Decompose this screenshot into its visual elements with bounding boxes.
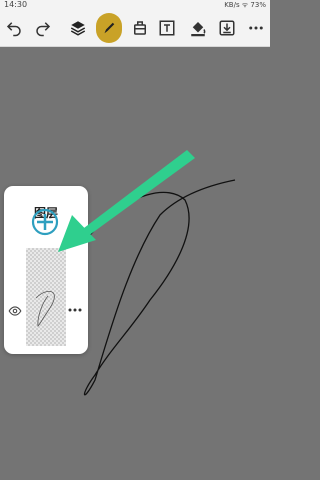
save-button[interactable] xyxy=(215,16,239,40)
redo-icon xyxy=(36,22,51,37)
text-icon xyxy=(159,20,175,36)
eraser-button[interactable] xyxy=(128,16,152,40)
layers-button[interactable] xyxy=(66,16,90,40)
layer-thumbnail[interactable] xyxy=(26,248,66,346)
pen-tool-button[interactable] xyxy=(96,13,122,43)
fill-icon xyxy=(191,22,206,37)
undo-icon xyxy=(6,22,21,37)
more-button[interactable] xyxy=(244,16,268,40)
eraser-icon xyxy=(134,21,146,35)
status-indicators: KB/s ᯤ 73% xyxy=(224,1,266,9)
add-layer-button[interactable] xyxy=(31,208,59,236)
pen-icon xyxy=(104,22,115,34)
more-icon xyxy=(249,26,263,30)
toolbar xyxy=(0,10,270,47)
status-bar: 14:30 KB/s ᯤ 73% xyxy=(0,0,270,10)
save-icon xyxy=(219,20,235,36)
redo-button[interactable] xyxy=(31,16,55,40)
layer-thumbnail-preview xyxy=(35,290,55,327)
layers-icon xyxy=(70,21,86,36)
status-time: 14:30 xyxy=(4,0,28,9)
text-tool-button[interactable] xyxy=(155,16,179,40)
layer-visibility-button[interactable] xyxy=(8,304,22,318)
layer-options-button[interactable] xyxy=(67,304,83,316)
undo-button[interactable] xyxy=(2,16,26,40)
fill-button[interactable] xyxy=(186,16,210,40)
